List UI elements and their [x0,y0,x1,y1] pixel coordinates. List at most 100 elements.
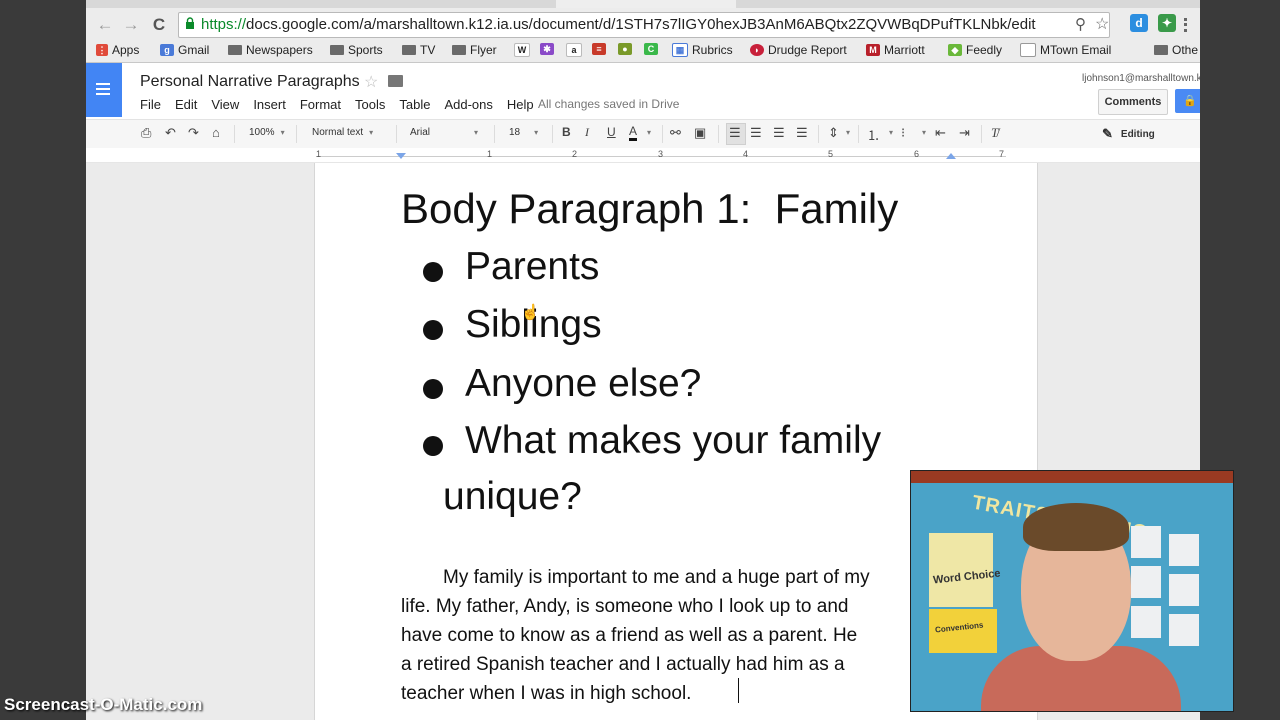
back-icon: ← [96,15,114,34]
bookmark-extension-star[interactable]: ✱ [540,43,554,55]
toolbar-divider [494,125,495,143]
folder-icon [402,45,416,55]
extension-d-icon[interactable]: d [1130,14,1148,32]
url-scheme: https:// [201,16,247,33]
paint-format-icon[interactable]: ⌂ [212,125,220,140]
chevron-down-icon[interactable]: ▾ [647,128,651,137]
ruler-number: 7 [999,149,1005,159]
menu-help[interactable]: Help [507,97,534,112]
tab-strip [86,0,1200,8]
menu-edit[interactable]: Edit [175,97,197,112]
chevron-down-icon: ▾ [280,128,285,137]
bookmark-label: Gmail [178,43,210,57]
back-button[interactable]: ← [94,14,116,36]
align-center-icon[interactable]: ☰ [750,125,762,141]
rubric-icon: ▦ [672,43,688,57]
red-app-icon: ≡ [592,43,606,55]
chevron-down-icon[interactable]: ▾ [889,128,893,137]
bookmark-drudge[interactable]: ◗ Drudge Report [750,43,847,57]
ruler-number: 1 [487,149,493,159]
clear-formatting-icon[interactable]: T̸ [991,125,998,141]
bookmark-amazon[interactable]: a [566,43,582,57]
bookmark-gmail[interactable]: g Gmail [160,43,209,57]
comment-icon[interactable]: ▣ [694,125,706,141]
active-tab[interactable] [556,0,736,8]
ruler: 1 1 2 3 4 5 6 7 [86,148,1200,163]
browser-menu-icon[interactable] [1184,18,1191,32]
bookmark-green-c[interactable]: C [644,43,658,55]
zoom-select[interactable]: 100% ▾ [249,127,285,138]
reload-button[interactable]: C [148,14,170,36]
chevron-down-icon[interactable]: ▾ [846,128,850,137]
font-size-select[interactable]: 18 ▾ [509,127,538,138]
bookmark-red-app[interactable]: ≡ [592,43,606,55]
extension-puzzle-icon[interactable]: ✦ [1158,14,1176,32]
print-icon[interactable]: ⎙ [141,125,151,141]
forward-button[interactable]: → [120,14,142,36]
presenter-hair [1023,503,1129,551]
bookmark-tv[interactable]: TV [402,43,435,57]
list-item: Siblings [423,303,602,347]
document-title[interactable]: Personal Narrative Paragraphs [140,73,360,91]
text-color-button[interactable]: A [629,125,638,141]
docs-home-icon[interactable] [86,63,122,117]
chevron-down-icon[interactable]: ▾ [922,128,926,137]
ruler-number: 4 [743,149,749,159]
underline-button[interactable]: U [607,125,616,139]
menu-format[interactable]: Format [300,97,341,112]
increase-indent-icon[interactable]: ⇥ [959,125,970,141]
account-email[interactable]: ljohnson1@marshalltown.k [1082,73,1200,84]
left-indent-marker[interactable] [396,153,406,159]
menu-tools[interactable]: Tools [355,97,385,112]
bookmark-star-icon[interactable]: ☆ [1095,14,1109,34]
apps-grid-icon: ⋮ [96,44,108,56]
decrease-indent-icon[interactable]: ⇤ [935,125,946,141]
numbered-list-icon[interactable]: ⒈ [867,125,880,144]
address-bar-row: ← → C https://docs.google.com/a/marshall… [86,8,1200,40]
style-select[interactable]: Normal text ▾ [312,127,373,138]
toolbar-divider [718,125,719,143]
line-spacing-icon[interactable]: ⇕ [828,125,839,141]
bullet-icon [423,379,443,399]
undo-icon[interactable]: ↶ [165,125,176,141]
bookmark-mtown-email[interactable]: MTown Email [1020,43,1111,57]
align-right-icon[interactable]: ☰ [773,125,785,141]
search-icon[interactable]: ⚲ [1075,15,1086,33]
font-select[interactable]: Arial ▾ [410,127,478,138]
bold-button[interactable]: B [562,125,571,139]
bookmark-feedly[interactable]: ◆ Feedly [948,43,1002,57]
bookmark-other[interactable]: Othe [1154,43,1198,57]
green-c-icon: C [644,43,658,55]
bookmark-bulb[interactable]: ● [618,43,632,55]
chevron-down-icon: ▾ [369,128,374,137]
share-button[interactable]: 🔒 [1175,89,1200,113]
comments-button[interactable]: Comments [1098,89,1168,115]
menu-table[interactable]: Table [399,97,430,112]
url-input[interactable]: https://docs.google.com/a/marshalltown.k… [178,12,1110,38]
bookmark-flyer[interactable]: Flyer [452,43,497,57]
link-icon[interactable]: ⚯ [670,125,681,141]
paragraph-line: have come to know as a friend as well as… [401,625,858,646]
star-icon[interactable]: ☆ [364,72,378,92]
marriott-icon: M [866,44,880,56]
menu-file[interactable]: File [140,97,161,112]
amazon-icon: a [566,43,582,57]
align-justify-icon[interactable]: ☰ [796,125,808,141]
bookmark-sports[interactable]: Sports [330,43,383,57]
editing-mode-select[interactable]: ✎ Editing [1102,126,1155,142]
chevron-down-icon: ▾ [534,128,539,137]
right-indent-marker[interactable] [946,153,956,159]
bookmark-newspapers[interactable]: Newspapers [228,43,313,57]
menu-view[interactable]: View [211,97,239,112]
menu-insert[interactable]: Insert [253,97,286,112]
bookmark-label: MTown Email [1040,43,1112,57]
bookmark-apps[interactable]: ⋮ Apps [96,43,139,57]
italic-button[interactable]: I [585,125,589,140]
menu-addons[interactable]: Add-ons [444,97,492,112]
bookmark-wikipedia[interactable]: W [514,43,530,57]
bookmark-rubrics[interactable]: ▦ Rubrics [672,43,733,57]
move-to-folder-icon[interactable] [388,75,403,87]
redo-icon[interactable]: ↷ [188,125,199,141]
bulleted-list-icon[interactable]: ⁝ [901,125,905,141]
bookmark-marriott[interactable]: M Marriott [866,43,925,57]
